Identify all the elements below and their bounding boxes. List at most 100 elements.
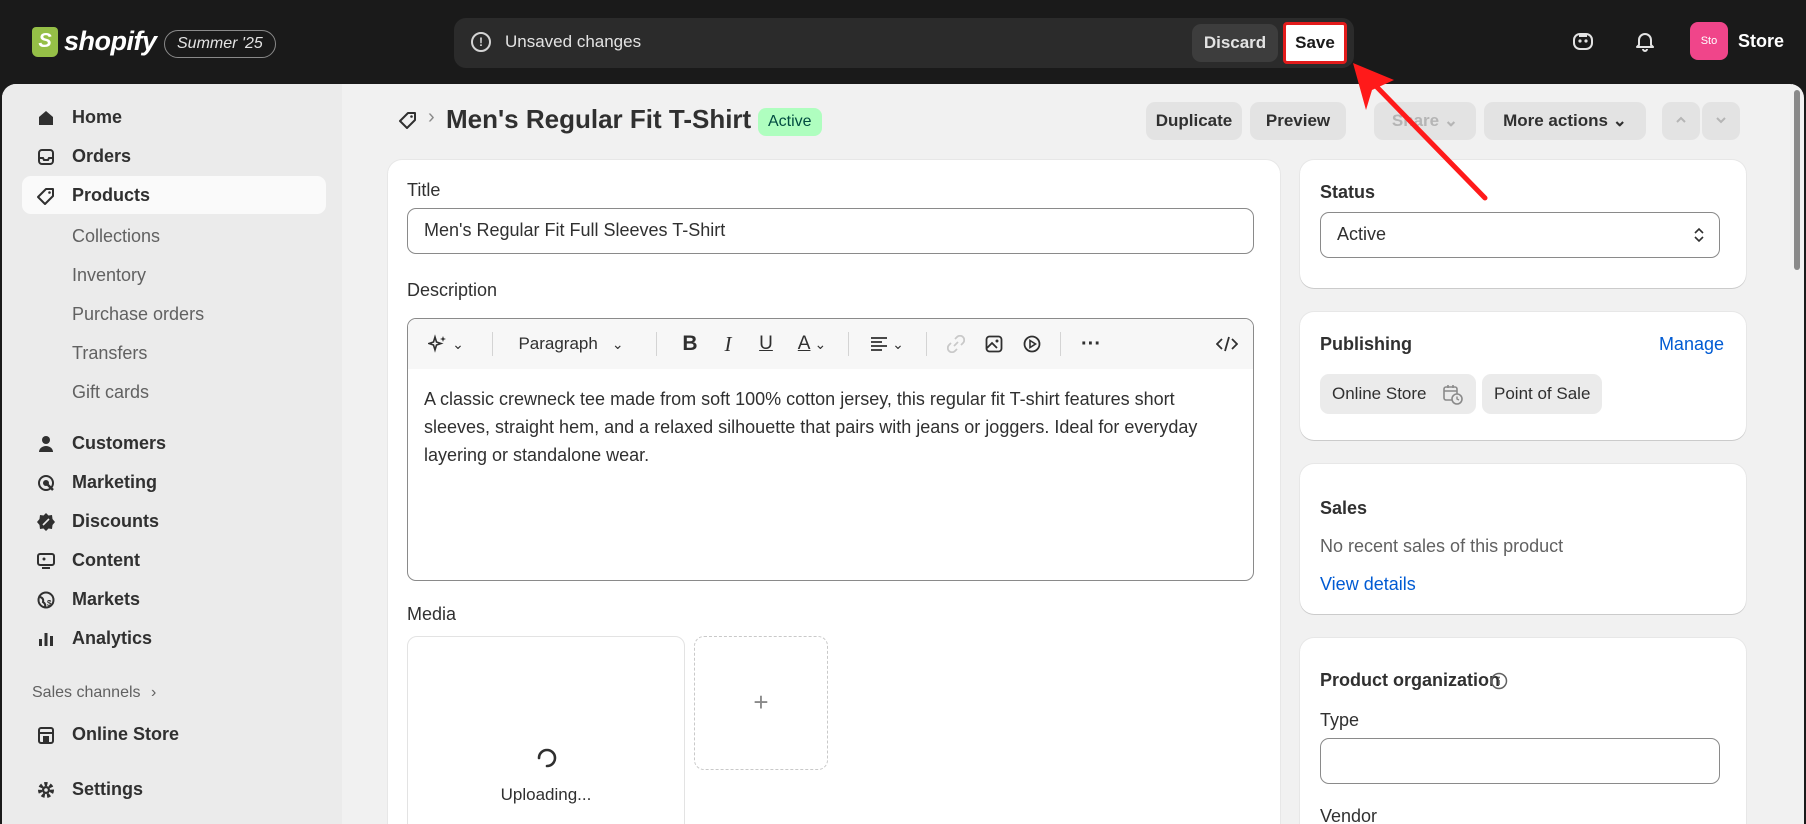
share-button[interactable]: Share ⌄ (1374, 102, 1476, 140)
sidebar-item-label: Discounts (72, 510, 160, 531)
underline-icon: U (759, 333, 773, 354)
channel-pill-point-of-sale[interactable]: Point of Sale (1482, 374, 1603, 414)
italic-button[interactable]: I (714, 331, 742, 357)
media-label: Media (407, 604, 457, 624)
product-details-card: Title Men's Regular Fit Full Sleeves T-S… (388, 160, 1280, 824)
play-circle-icon (1023, 335, 1041, 353)
sales-card: Sales No recent sales of this product Vi… (1300, 464, 1746, 614)
shopify-logo[interactable]: S shopify (32, 26, 157, 57)
description-text[interactable]: A classic crewneck tee made from soft 10… (424, 385, 1244, 469)
code-view-button[interactable] (1212, 331, 1242, 357)
bell-icon[interactable] (1628, 24, 1662, 58)
chevron-down-icon: ⌄ (1612, 111, 1627, 130)
duplicate-button[interactable]: Duplicate (1146, 102, 1242, 140)
text-color-button[interactable]: A ⌄ (790, 331, 834, 357)
insert-video-button[interactable] (1018, 331, 1046, 357)
shopify-bag-icon: S (32, 26, 58, 57)
page-title: Men's Regular Fit T-Shirt (446, 104, 752, 134)
next-product-button[interactable] (1702, 102, 1740, 140)
type-input[interactable] (1320, 738, 1720, 784)
sidebar-item-gift-cards[interactable]: Gift cards (72, 382, 149, 403)
sidebar-item-label: Settings (72, 778, 144, 799)
sidebar-item-orders[interactable]: Orders (22, 137, 326, 175)
product-organization-title: Product organization (1320, 670, 1500, 690)
toolbar-divider (492, 332, 493, 356)
sidebar-item-discounts[interactable]: Discounts (22, 502, 326, 540)
scrollbar-thumb[interactable] (1794, 90, 1800, 270)
bold-button[interactable]: B (676, 331, 704, 357)
page-header: › Men's Regular Fit T-Shirt Active Dupli… (392, 98, 1752, 142)
sidebar-item-transfers[interactable]: Transfers (72, 343, 147, 364)
insert-image-button[interactable] (980, 331, 1008, 357)
loading-spinner-icon (537, 748, 557, 768)
avatar[interactable]: Sto (1689, 22, 1728, 60)
toolbar-divider (926, 332, 927, 356)
channel-label: Online Store (1332, 384, 1427, 403)
share-label: Share (1391, 111, 1440, 130)
sidekick-icon[interactable] (1566, 24, 1600, 58)
sidebar-item-home[interactable]: Home (22, 98, 326, 136)
alert-circle-icon: ! (471, 32, 491, 52)
previous-product-button[interactable] (1662, 102, 1700, 140)
description-editor: ⌄ Paragraph ⌄ B I U A ⌄ ⌄ ··· A classic … (407, 318, 1254, 581)
content-icon (37, 553, 55, 569)
description-label: Description (407, 280, 498, 300)
italic-icon: I (724, 331, 732, 356)
sidebar-item-purchase-orders[interactable]: Purchase orders (72, 304, 204, 325)
media-upload-tile[interactable]: Uploading... (407, 636, 685, 824)
page-scrollbar[interactable] (1792, 84, 1802, 824)
more-actions-button[interactable]: More actions ⌄ (1484, 102, 1646, 140)
paragraph-select[interactable]: Paragraph ⌄ (508, 331, 634, 357)
sparkle-icon (428, 334, 447, 353)
title-input[interactable]: Men's Regular Fit Full Sleeves T-Shirt (407, 208, 1254, 254)
sidebar-item-analytics[interactable]: Analytics (22, 619, 326, 657)
underline-button[interactable]: U (752, 331, 780, 357)
info-icon[interactable] (1490, 672, 1508, 690)
status-card: Status Active (1300, 160, 1746, 288)
manage-publishing-link[interactable]: Manage (1659, 334, 1724, 355)
logo-text: shopify (64, 26, 157, 56)
chevron-down-icon: ⌄ (1443, 111, 1459, 130)
add-media-button[interactable]: + (694, 636, 828, 770)
channel-pill-online-store[interactable]: Online Store (1320, 374, 1476, 414)
globe-icon: $ (37, 591, 55, 609)
sidebar-item-settings[interactable]: Settings (22, 770, 326, 808)
edition-badge[interactable]: Summer '25 (164, 30, 276, 58)
sidebar-item-label: Orders (72, 145, 132, 166)
tag-icon[interactable] (398, 110, 418, 130)
save-button[interactable]: Save (1283, 22, 1347, 64)
bold-icon: B (682, 332, 698, 355)
ai-sparkle-button[interactable]: ⌄ (424, 331, 468, 357)
sidebar-item-inventory[interactable]: Inventory (72, 265, 146, 286)
discard-button[interactable]: Discard (1192, 24, 1278, 62)
sidebar-item-markets[interactable]: $ Markets (22, 580, 326, 618)
editor-toolbar: ⌄ Paragraph ⌄ B I U A ⌄ ⌄ ··· (408, 319, 1253, 369)
unsaved-changes-text: Unsaved changes (505, 32, 642, 51)
sidebar-item-online-store[interactable]: Online Store (22, 715, 326, 753)
sidebar-item-label: Marketing (72, 471, 158, 492)
top-right-actions: Sto Store (1566, 22, 1784, 60)
sales-channels-label: Sales channels (32, 684, 141, 701)
sidebar-item-marketing[interactable]: Marketing (22, 463, 326, 501)
bar-chart-icon (39, 633, 53, 646)
sidebar-item-label: Content (72, 549, 140, 570)
sidebar-item-customers[interactable]: Customers (22, 424, 326, 462)
preview-button[interactable]: Preview (1250, 102, 1346, 140)
more-actions-label: More actions (1503, 111, 1608, 130)
more-formatting-button[interactable]: ··· (1074, 331, 1108, 357)
person-icon (39, 436, 53, 452)
sidebar-item-label: Markets (72, 588, 141, 609)
gear-icon (38, 782, 54, 798)
chevron-down-icon: ⌄ (611, 335, 624, 352)
status-badge: Active (758, 108, 822, 136)
status-select[interactable]: Active (1320, 212, 1720, 258)
chevron-up-icon (1676, 116, 1686, 123)
align-button[interactable]: ⌄ (864, 331, 910, 357)
sales-channels-header[interactable]: Sales channels › (32, 684, 156, 702)
sidebar-item-collections[interactable]: Collections (72, 226, 160, 247)
view-details-link[interactable]: View details (1320, 574, 1416, 595)
store-name[interactable]: Store (1738, 31, 1784, 52)
sidebar-item-products[interactable]: Products (22, 176, 326, 214)
link-button[interactable] (942, 331, 970, 357)
sidebar-item-content[interactable]: Content (22, 541, 326, 579)
